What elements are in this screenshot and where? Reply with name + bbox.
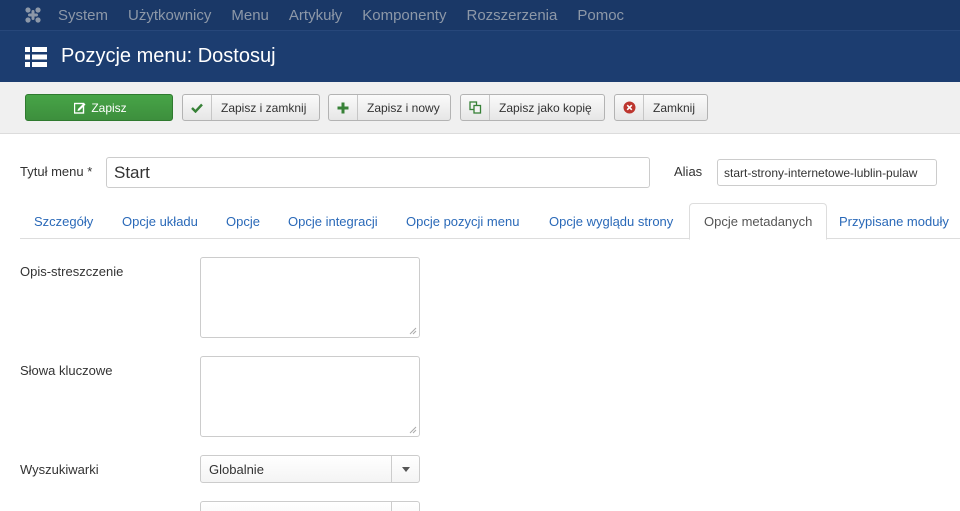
nav-extensions[interactable]: Rozszerzenia [466, 7, 557, 24]
list-icon [25, 46, 47, 67]
description-textarea[interactable] [200, 257, 420, 338]
alias-label: Alias [674, 164, 703, 179]
page-header: Pozycje menu: Dostosuj [0, 30, 960, 82]
save-new-button[interactable]: Zapisz i nowy [328, 94, 451, 121]
check-icon [183, 95, 212, 120]
title-label: Tytuł menu * [20, 164, 93, 179]
nav-help[interactable]: Pomoc [577, 7, 624, 24]
alias-input[interactable]: start-strony-internetowe-lublin-pulaw [717, 159, 937, 186]
tab-details[interactable]: Szczegóły [20, 203, 107, 239]
tab-layout-options[interactable]: Opcje układu [108, 203, 212, 239]
nav-menu[interactable]: Menu [231, 7, 269, 24]
nav-users[interactable]: Użytkownicy [128, 7, 211, 24]
tab-bar: Szczegóły Opcje układu Opcje Opcje integ… [20, 203, 960, 240]
keywords-label: Słowa kluczowe [20, 363, 113, 378]
save-close-button[interactable]: Zapisz i zamknij [182, 94, 320, 121]
tab-assigned-modules[interactable]: Przypisane moduły [825, 203, 960, 239]
alias-input-value: start-strony-internetowe-lublin-pulaw [724, 165, 918, 180]
nav-system[interactable]: System [58, 7, 108, 24]
resize-grip-icon[interactable] [408, 326, 417, 335]
robots-select-value: Globalnie [209, 461, 264, 477]
page-title: Pozycje menu: Dostosuj [61, 45, 276, 67]
plus-icon [329, 95, 358, 120]
description-label: Opis-streszczenie [20, 264, 124, 279]
top-navbar: System Użytkownicy Menu Artykuły Kompone… [0, 0, 960, 30]
caret-down-icon [391, 502, 419, 511]
robots-label: Wyszukiwarki [20, 462, 99, 477]
caret-down-icon [391, 456, 419, 482]
tab-options[interactable]: Opcje [212, 203, 274, 239]
save-copy-label: Zapisz jako kopię [499, 100, 592, 115]
save-copy-button[interactable]: Zapisz jako kopię [460, 94, 605, 121]
nav-articles[interactable]: Artykuły [289, 7, 342, 24]
tab-menu-item-options[interactable]: Opcje pozycji menu [392, 203, 533, 239]
robots-select[interactable]: Globalnie [200, 455, 420, 483]
tab-page-display-options[interactable]: Opcje wyglądu strony [535, 203, 687, 239]
edit-icon [71, 102, 89, 114]
title-input-value: Start [114, 162, 150, 182]
save-new-label: Zapisz i nowy [367, 100, 440, 115]
copy-icon [461, 95, 490, 120]
close-button-label: Zamknij [653, 100, 696, 115]
tab-metadata-options[interactable]: Opcje metadanych [689, 203, 828, 240]
title-input[interactable]: Start [106, 157, 650, 188]
next-select[interactable] [200, 501, 420, 511]
save-button[interactable]: Zapisz [25, 94, 173, 121]
toolbar: Zapisz Zapisz i zamknij Zapisz i nowy Za… [0, 82, 960, 134]
close-button[interactable]: Zamknij [614, 94, 708, 121]
nav-components[interactable]: Komponenty [362, 7, 446, 24]
resize-grip-icon[interactable] [408, 425, 417, 434]
tab-integration-options[interactable]: Opcje integracji [274, 203, 392, 239]
keywords-textarea[interactable] [200, 356, 420, 437]
save-button-label: Zapisz [91, 100, 127, 115]
close-circle-icon [615, 95, 644, 120]
joomla-logo-icon[interactable] [18, 0, 48, 30]
save-close-label: Zapisz i zamknij [221, 100, 307, 115]
